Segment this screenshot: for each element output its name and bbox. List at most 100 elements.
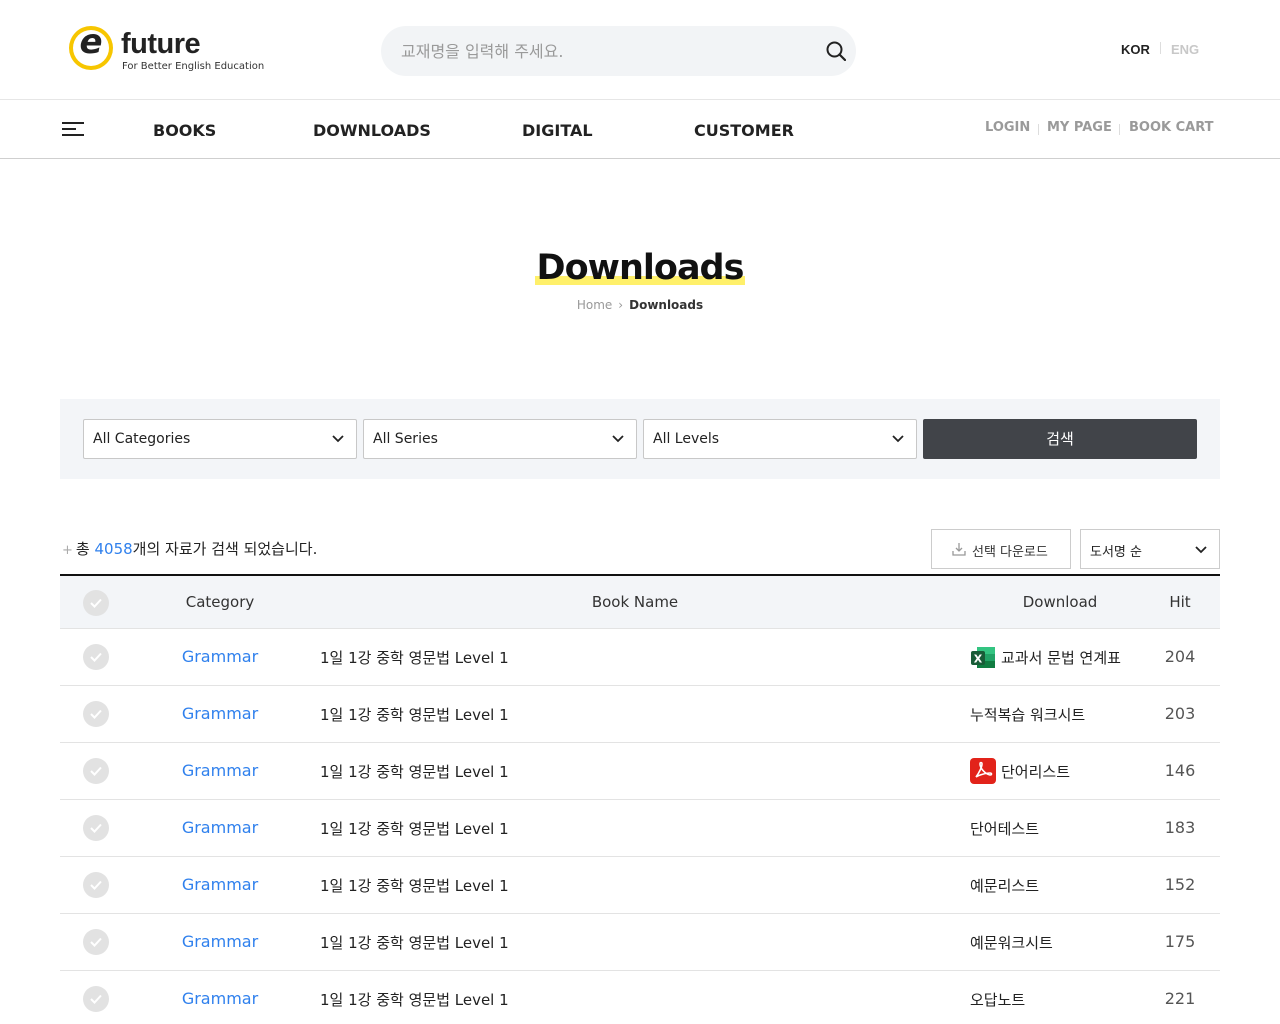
row-book-name[interactable]: 1일 1강 중학 영문법 Level 1 (320, 818, 509, 839)
row-checkbox[interactable] (83, 644, 109, 670)
row-checkbox[interactable] (83, 872, 109, 898)
login-link[interactable]: LOGIN (985, 120, 1030, 135)
row-download-link[interactable]: 단어리스트 (1001, 761, 1070, 782)
chevron-down-icon (332, 435, 344, 443)
breadcrumb: Home › Downloads (0, 298, 1280, 312)
row-hit: 146 (1164, 761, 1196, 780)
pdf-icon (970, 758, 996, 784)
row-checkbox[interactable] (83, 929, 109, 955)
filter-search-button[interactable]: 검색 (923, 419, 1197, 459)
row-book-name[interactable]: 1일 1강 중학 영문법 Level 1 (320, 875, 509, 896)
header-category: Category (185, 593, 255, 611)
check-icon (90, 994, 102, 1004)
my-page-link[interactable]: MY PAGE (1047, 120, 1112, 135)
breadcrumb-home[interactable]: Home (577, 298, 612, 312)
nav-downloads[interactable]: DOWNLOADS (313, 121, 431, 140)
row-download-link[interactable]: 예문워크시트 (970, 932, 1053, 953)
header-hit: Hit (1169, 593, 1191, 611)
row-download-link[interactable]: 단어테스트 (970, 818, 1039, 839)
result-count: + 총 4058개의 자료가 검색 되었습니다. (62, 538, 317, 559)
row-checkbox[interactable] (83, 815, 109, 841)
result-count-number: 4058 (94, 540, 133, 558)
lang-kor-link[interactable]: KOR (1121, 42, 1150, 57)
row-category[interactable]: Grammar (160, 875, 280, 894)
row-hit: 152 (1164, 875, 1196, 894)
check-icon (90, 823, 102, 833)
search-input[interactable] (401, 26, 811, 76)
efuture-logo[interactable]: future For Better English Education (69, 22, 269, 76)
check-icon (90, 937, 102, 947)
downloads-table: Category Book Name Download Hit Grammar … (60, 574, 1220, 1024)
result-suffix: 개의 자료가 검색 되었습니다. (132, 540, 318, 558)
row-category[interactable]: Grammar (160, 932, 280, 951)
table-row: Grammar 1일 1강 중학 영문법 Level 1 단어테스트 183 (60, 800, 1220, 857)
row-book-name[interactable]: 1일 1강 중학 영문법 Level 1 (320, 704, 509, 725)
sort-select[interactable]: 도서명 순 (1080, 529, 1220, 569)
download-selected-label: 선택 다운로드 (972, 545, 1048, 560)
nav-customer[interactable]: CUSTOMER (694, 121, 794, 140)
row-download-link[interactable]: 교과서 문법 연계표 (1001, 647, 1121, 668)
lang-eng-link[interactable]: ENG (1171, 42, 1199, 57)
download-selected-button[interactable]: 선택 다운로드 (931, 529, 1071, 569)
logo-e-mark-icon (69, 22, 113, 70)
check-icon (90, 652, 102, 662)
chevron-down-icon (892, 435, 904, 443)
sort-select-value: 도서명 순 (1090, 545, 1142, 560)
hamburger-menu-icon[interactable] (62, 120, 84, 138)
category-select-value: All Categories (93, 431, 191, 447)
excel-icon: X (971, 647, 995, 668)
row-category[interactable]: Grammar (160, 989, 280, 1008)
chevron-right-icon: › (618, 298, 624, 312)
category-select[interactable]: All Categories (83, 419, 357, 459)
row-hit: 221 (1164, 989, 1196, 1008)
logo-text: future (121, 28, 201, 60)
row-hit: 203 (1164, 704, 1196, 723)
row-book-name[interactable]: 1일 1강 중학 영문법 Level 1 (320, 989, 509, 1010)
chevron-down-icon (1195, 546, 1207, 554)
main-nav: BOOKS DOWNLOADS DIGITAL CUSTOMER LOGIN M… (0, 100, 1280, 159)
table-body: Grammar 1일 1강 중학 영문법 Level 1 X 교과서 문법 연계표… (60, 629, 1220, 1024)
level-select[interactable]: All Levels (643, 419, 917, 459)
select-all-checkbox[interactable] (83, 590, 109, 616)
row-download-link[interactable]: 오답노트 (970, 989, 1025, 1010)
row-hit: 175 (1164, 932, 1196, 951)
row-checkbox[interactable] (83, 701, 109, 727)
row-category[interactable]: Grammar (160, 647, 280, 666)
book-cart-link[interactable]: BOOK CART (1129, 120, 1214, 135)
site-header: future For Better English Education KOR … (0, 0, 1280, 100)
result-prefix: 총 (75, 540, 95, 558)
row-hit: 204 (1164, 647, 1196, 666)
plus-icon: + (62, 543, 73, 558)
row-download-link[interactable]: 누적복습 워크시트 (970, 704, 1085, 725)
util-divider (1119, 124, 1120, 135)
check-icon (90, 880, 102, 890)
util-divider (1038, 124, 1039, 135)
row-hit: 183 (1164, 818, 1196, 837)
header-book-name: Book Name (591, 593, 679, 611)
nav-digital[interactable]: DIGITAL (522, 121, 593, 140)
page-title-wrap: Downloads (0, 248, 1280, 288)
svg-text:X: X (974, 653, 983, 666)
series-select[interactable]: All Series (363, 419, 637, 459)
table-row: Grammar 1일 1강 중학 영문법 Level 1 예문리스트 152 (60, 857, 1220, 914)
search-icon[interactable] (826, 41, 846, 61)
row-category[interactable]: Grammar (160, 818, 280, 837)
row-category[interactable]: Grammar (160, 704, 280, 723)
table-header: Category Book Name Download Hit (60, 576, 1220, 629)
row-category[interactable]: Grammar (160, 761, 280, 780)
download-icon (952, 543, 966, 556)
lang-divider (1160, 42, 1161, 54)
row-book-name[interactable]: 1일 1강 중학 영문법 Level 1 (320, 761, 509, 782)
level-select-value: All Levels (653, 431, 720, 447)
nav-books[interactable]: BOOKS (153, 121, 216, 140)
table-row: Grammar 1일 1강 중학 영문법 Level 1 예문워크시트 175 (60, 914, 1220, 971)
row-book-name[interactable]: 1일 1강 중학 영문법 Level 1 (320, 932, 509, 953)
check-icon (90, 709, 102, 719)
row-book-name[interactable]: 1일 1강 중학 영문법 Level 1 (320, 647, 509, 668)
chevron-down-icon (612, 435, 624, 443)
row-checkbox[interactable] (83, 758, 109, 784)
row-download-link[interactable]: 예문리스트 (970, 875, 1039, 896)
breadcrumb-current: Downloads (629, 298, 704, 312)
series-select-value: All Series (373, 431, 438, 447)
row-checkbox[interactable] (83, 986, 109, 1012)
